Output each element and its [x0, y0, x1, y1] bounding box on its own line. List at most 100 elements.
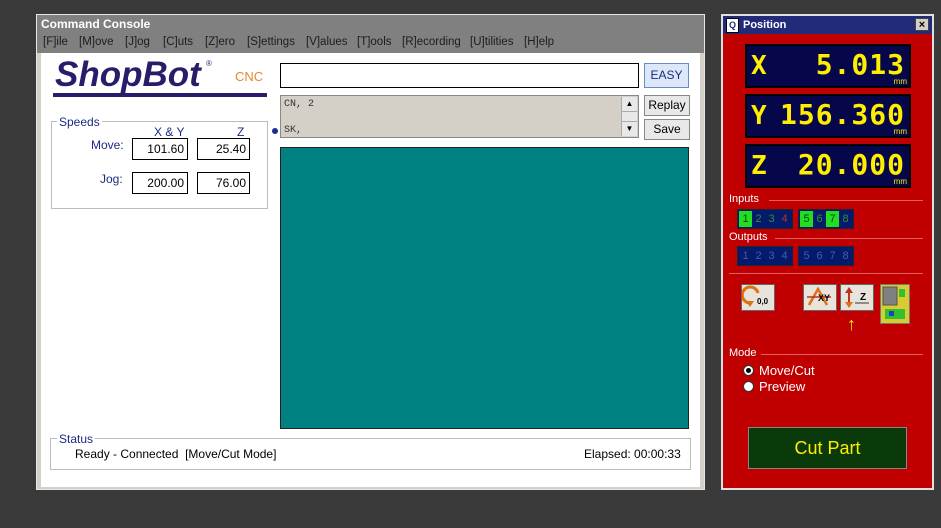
y-unit: mm — [893, 127, 907, 136]
x-axis-label: X — [751, 51, 767, 81]
move-z-field[interactable]: 25.40 — [197, 138, 250, 160]
output-7[interactable]: 7 — [826, 248, 839, 264]
mode-move-cut-option[interactable]: Move/Cut — [743, 363, 893, 379]
speeds-col-xy: X & Y — [154, 125, 185, 139]
command-console-window: Command Console [F]ile [M]ove [J]og [C]u… — [36, 14, 705, 490]
move-xy-field[interactable]: 101.60 — [132, 138, 188, 160]
elapsed-time: Elapsed: 00:00:33 — [584, 447, 681, 461]
close-icon[interactable]: × — [915, 18, 929, 31]
mode-preview-label: Preview — [759, 379, 806, 394]
input-7: 7 — [826, 211, 839, 227]
logo-text: ShopBot — [55, 55, 201, 94]
zero-xy-button[interactable]: XY — [803, 284, 837, 311]
x-readout[interactable]: X 5.013 mm — [745, 44, 911, 88]
io-bottom-divider — [729, 273, 923, 274]
z-value: 20.000 — [797, 148, 905, 181]
input-6: 6 — [816, 213, 823, 225]
menu-jog[interactable]: [J]og — [125, 36, 150, 48]
menu-tools[interactable]: [T]ools — [357, 36, 392, 48]
output-2[interactable]: 2 — [752, 248, 765, 264]
command-history: CN, 2 SK, ▲ ▼ — [280, 95, 639, 138]
jog-z-field[interactable]: 76.00 — [197, 172, 250, 194]
menu-bar: [F]ile [M]ove [J]og [C]uts [Z]ero [S]ett… — [37, 33, 704, 53]
inputs-group-2: 5 6 7 8 — [798, 209, 854, 229]
radio-selected-icon[interactable] — [743, 365, 754, 376]
move-speed-label: Move: — [91, 138, 124, 152]
inputs-group-1: 1 2 3 4 — [737, 209, 793, 229]
jog-xy-field[interactable]: 200.00 — [132, 172, 188, 194]
position-window: Q Position × X 5.013 mm Y 156.360 mm Z 2… — [721, 14, 934, 490]
current-line-bullet-icon — [272, 128, 278, 134]
console-title-bar: Command Console — [37, 15, 704, 33]
position-title: Position — [743, 19, 787, 31]
status-text: Ready - Connected [Move/Cut Mode] — [75, 447, 277, 461]
keypad-icon — [882, 286, 905, 319]
zero-z-icon — [845, 287, 869, 308]
outputs-label: Outputs — [729, 231, 768, 243]
output-3[interactable]: 3 — [765, 248, 778, 264]
goto-zero-button[interactable]: 0,0 — [740, 284, 775, 311]
easy-button[interactable]: EASY — [644, 63, 689, 88]
menu-zero[interactable]: [Z]ero — [205, 36, 235, 48]
inputs-label: Inputs — [729, 193, 759, 205]
goto-zero-text: 0,0 — [757, 297, 769, 306]
z-axis-label: Z — [751, 151, 767, 181]
logo-registered: ® — [206, 59, 212, 68]
logo-underline — [53, 93, 267, 97]
y-axis-label: Y — [751, 101, 767, 131]
output-1[interactable]: 1 — [739, 248, 752, 264]
replay-button[interactable]: Replay — [644, 95, 690, 116]
speeds-legend: Speeds — [57, 115, 102, 129]
y-readout[interactable]: Y 156.360 mm — [745, 94, 911, 138]
outputs-group-2: 5 6 7 8 — [798, 246, 854, 266]
history-line: SK, — [284, 125, 303, 136]
history-line: CN, 2 — [284, 99, 315, 110]
keypad-button[interactable] — [880, 284, 910, 324]
mode-preview-option[interactable]: Preview — [743, 379, 893, 395]
zero-z-button[interactable]: Z — [840, 284, 874, 311]
input-2: 2 — [755, 213, 762, 225]
scroll-up-icon[interactable]: ▲ — [622, 97, 637, 112]
cut-part-button[interactable]: Cut Part — [748, 427, 907, 469]
menu-recording[interactable]: [R]ecording — [402, 36, 461, 48]
input-5: 5 — [800, 211, 813, 227]
position-title-bar: Q Position × — [723, 16, 932, 34]
console-title: Command Console — [41, 17, 151, 31]
scroll-down-icon[interactable]: ▼ — [622, 121, 637, 136]
history-scrollbar[interactable]: ▲ ▼ — [621, 97, 637, 136]
zero-xy-text: XY — [818, 293, 831, 303]
inputs-divider — [769, 200, 923, 201]
jog-speed-label: Jog: — [100, 172, 123, 186]
output-5[interactable]: 5 — [800, 248, 813, 264]
menu-settings[interactable]: [S]ettings — [247, 36, 295, 48]
z-readout[interactable]: Z 20.000 mm — [745, 144, 911, 188]
zero-z-text: Z — [860, 292, 867, 303]
menu-values[interactable]: [V]alues — [306, 36, 348, 48]
menu-file[interactable]: [F]ile — [43, 36, 68, 48]
output-4[interactable]: 4 — [778, 248, 791, 264]
save-button[interactable]: Save — [644, 119, 690, 140]
input-3: 3 — [768, 213, 775, 225]
menu-cuts[interactable]: [C]uts — [163, 36, 193, 48]
outputs-group-1: 1 2 3 4 — [737, 246, 793, 266]
menu-move[interactable]: [M]ove — [79, 36, 114, 48]
logo-cnc: CNC — [235, 69, 264, 84]
command-input[interactable] — [280, 63, 639, 88]
preview-area[interactable] — [280, 147, 689, 429]
menu-help[interactable]: [H]elp — [524, 36, 554, 48]
z-unit: mm — [893, 177, 907, 186]
input-1: 1 — [739, 211, 752, 227]
menu-utilities[interactable]: [U]tilities — [470, 36, 513, 48]
x-value: 5.013 — [815, 48, 905, 81]
output-6[interactable]: 6 — [813, 248, 826, 264]
input-8: 8 — [842, 213, 849, 225]
output-8[interactable]: 8 — [839, 248, 852, 264]
radio-unselected-icon[interactable] — [743, 381, 754, 392]
shopbot-logo: ShopBot ® CNC — [51, 55, 271, 101]
mode-divider — [761, 354, 923, 355]
status-legend: Status — [57, 432, 96, 446]
speeds-col-z: Z — [237, 125, 245, 139]
y-value: 156.360 — [779, 98, 905, 131]
console-client-area: ShopBot ® CNC Speeds X & Y Z Move: Jog: … — [41, 53, 700, 487]
mode-move-cut-label: Move/Cut — [759, 363, 815, 378]
